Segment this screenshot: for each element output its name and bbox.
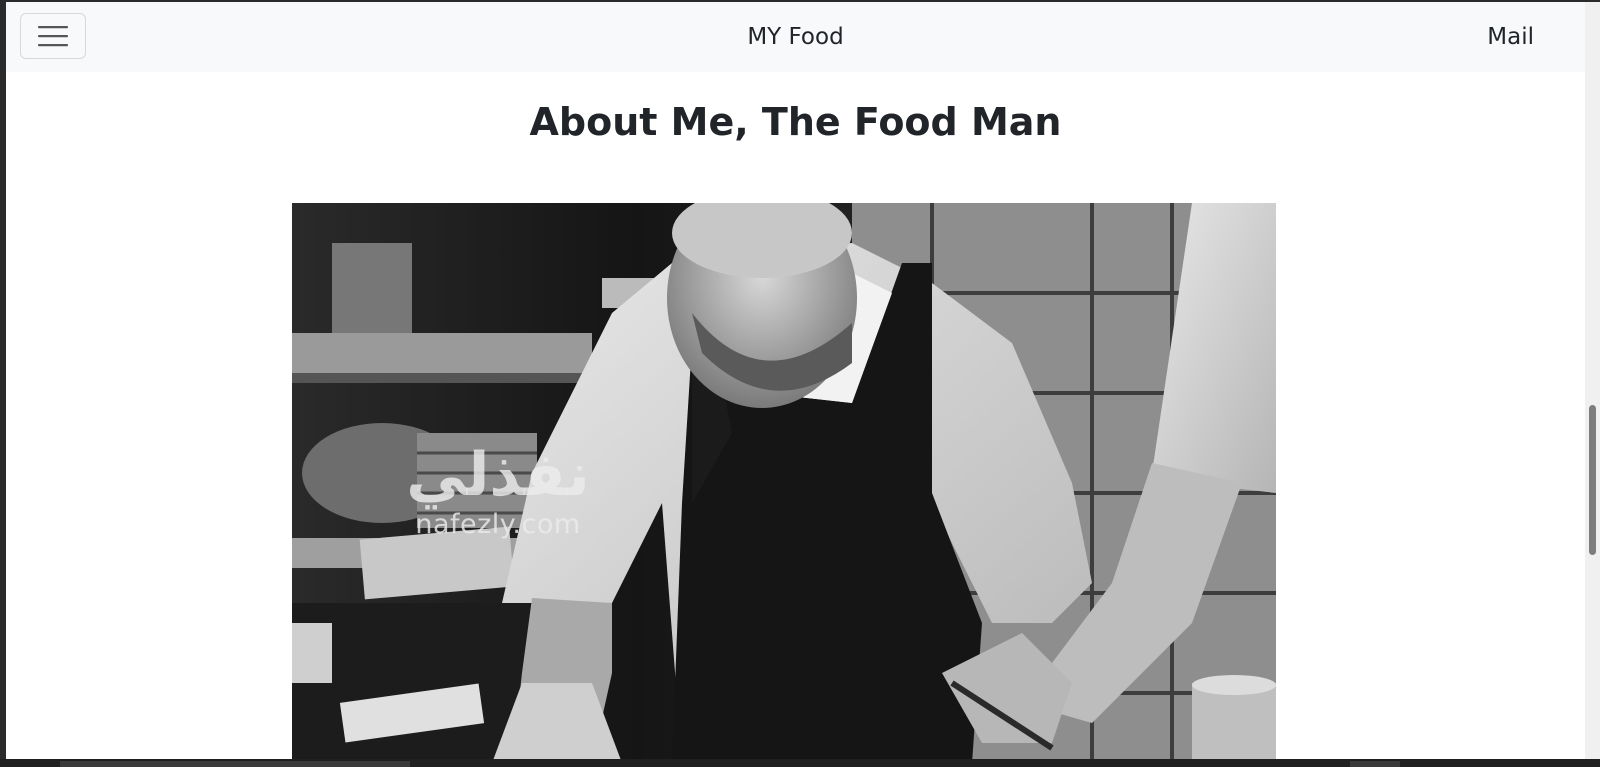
taskbar-item[interactable] bbox=[60, 761, 410, 767]
taskbar bbox=[0, 759, 1600, 767]
chef-photo bbox=[292, 203, 1276, 759]
browser-viewport: MY Food Mail About Me, The Food Man نفذل… bbox=[6, 2, 1585, 759]
scrollbar-thumb[interactable] bbox=[1589, 405, 1596, 555]
scrollbar[interactable] bbox=[1585, 2, 1600, 759]
chef-photo-image bbox=[292, 203, 1276, 759]
hamburger-menu-icon bbox=[38, 26, 68, 47]
navbar-brand[interactable]: MY Food bbox=[747, 24, 843, 50]
page-title: About Me, The Food Man bbox=[529, 100, 1062, 144]
taskbar-item[interactable] bbox=[1350, 761, 1400, 767]
navbar: MY Food Mail bbox=[6, 2, 1585, 72]
menu-toggle-button[interactable] bbox=[20, 13, 86, 59]
mail-link[interactable]: Mail bbox=[1487, 22, 1534, 52]
